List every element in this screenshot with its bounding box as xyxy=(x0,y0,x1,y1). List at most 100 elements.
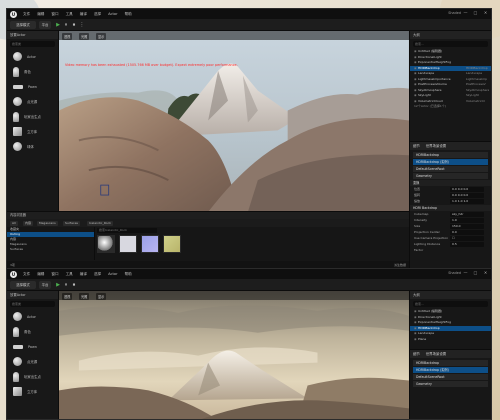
outliner-search[interactable]: 搜索... xyxy=(413,301,488,307)
close-icon[interactable]: ✕ xyxy=(483,270,488,276)
shape-cube[interactable]: 立方体 xyxy=(7,384,58,399)
show-button[interactable]: 显示 xyxy=(96,32,107,40)
brand-label: Shaded xyxy=(448,271,461,275)
breadcrumb-item[interactable]: Icelandic_Rock xyxy=(87,220,114,226)
component-item[interactable]: DefaultSceneRoot xyxy=(413,166,488,172)
shape-actor[interactable]: Actor xyxy=(7,49,58,64)
maximize-icon[interactable]: □ xyxy=(473,270,478,276)
outliner-row[interactable]: ◉ Plane xyxy=(410,337,491,343)
shape-pawn[interactable]: Pawn xyxy=(7,79,58,94)
tab-world-settings[interactable]: 世界场景设置 xyxy=(426,350,446,358)
pause-icon[interactable]: ⏸ xyxy=(63,281,69,289)
menu-file[interactable]: 文件 xyxy=(23,272,30,277)
breadcrumb-item[interactable]: Megascans xyxy=(37,220,58,226)
viewport-toolbar: 透视 光照 显示 xyxy=(59,31,409,40)
shape-character[interactable]: 角色 xyxy=(7,64,58,79)
minimize-icon[interactable]: — xyxy=(463,10,468,16)
character-icon xyxy=(13,66,19,77)
more-options-icon[interactable]: ⋮ xyxy=(79,21,85,29)
asset-thumbnail[interactable] xyxy=(163,235,181,253)
place-actors-title: 放置Actor xyxy=(7,31,58,39)
platform-button[interactable]: 平台 xyxy=(39,281,51,289)
shape-player-start[interactable]: 玩家出生点 xyxy=(7,369,58,384)
outliner-count: 12个Actor (已选择1个) xyxy=(414,104,446,108)
component-item[interactable]: DefaultSceneRoot xyxy=(413,374,488,380)
shape-point-light[interactable]: 点光源 xyxy=(7,94,58,109)
menu-select[interactable]: 选择 xyxy=(94,272,101,277)
tab-world-settings[interactable]: 世界场景设置 xyxy=(426,142,446,150)
shape-pawn[interactable]: Pawn xyxy=(7,339,58,354)
shape-sphere[interactable]: 球体 xyxy=(7,139,58,154)
place-actors-search[interactable]: 搜索类 xyxy=(10,41,55,47)
shape-point-light[interactable]: 点光源 xyxy=(7,354,58,369)
menu-build[interactable]: 编译 xyxy=(80,12,87,17)
menu-tools[interactable]: 工具 xyxy=(66,12,73,17)
details-actor-name[interactable]: HDRIBackdrop xyxy=(413,152,488,158)
sphere-icon xyxy=(13,312,22,321)
shape-actor[interactable]: Actor xyxy=(7,309,58,324)
window-controls: — □ ✕ xyxy=(463,270,488,276)
menu-actor[interactable]: Actor xyxy=(108,12,117,17)
place-actors-search[interactable]: 搜索类 xyxy=(10,301,55,307)
component-item[interactable]: Geometry xyxy=(413,381,488,387)
breadcrumb-item[interactable]: Surfaces xyxy=(63,220,80,226)
sphere-icon xyxy=(13,142,22,151)
level-viewport[interactable]: 透视 光照 显示 Video memory has been exhausted… xyxy=(59,31,409,211)
stop-icon[interactable]: ⏹ xyxy=(71,281,77,289)
shape-character[interactable]: 角色 xyxy=(7,324,58,339)
close-icon[interactable]: ✕ xyxy=(483,10,488,16)
asset-thumbnail[interactable] xyxy=(97,235,115,253)
component-item[interactable]: HDRIBackdrop (实例) xyxy=(413,159,488,165)
perspective-button[interactable]: 透视 xyxy=(62,292,73,300)
show-button[interactable]: 显示 xyxy=(96,292,107,300)
component-item[interactable]: HDRIBackdrop (实例) xyxy=(413,367,488,373)
tree-item[interactable]: Surfaces xyxy=(7,247,94,252)
tab-details[interactable]: 细节 xyxy=(413,142,420,150)
play-icon[interactable]: ▶ xyxy=(55,281,61,289)
prop-scale: 缩放 1.0 1.0 1.0 xyxy=(410,198,491,204)
level-viewport[interactable]: 透视 光照 显示 xyxy=(59,291,409,419)
breadcrumb-item[interactable]: 内容 xyxy=(23,220,34,226)
asset-thumbnail[interactable] xyxy=(141,235,159,253)
menu-edit[interactable]: 编辑 xyxy=(37,272,44,277)
shape-cube[interactable]: 立方体 xyxy=(7,124,58,139)
menu-select[interactable]: 选择 xyxy=(94,12,101,17)
right-panel: 大纲 搜索... ◉ Untitled (编辑器) ◉ DirectionalLig… xyxy=(409,291,491,419)
content-browser-tab[interactable]: 内容浏览器 xyxy=(7,212,409,219)
viewport-scene xyxy=(59,31,409,211)
select-mode-button[interactable]: 选择模式 xyxy=(10,281,36,289)
menu-tools[interactable]: 工具 xyxy=(66,272,73,277)
menu-window[interactable]: 窗口 xyxy=(51,272,58,277)
menu-help[interactable]: 帮助 xyxy=(125,12,132,17)
outliner-search[interactable]: 搜索... xyxy=(413,41,488,47)
viewport-scene xyxy=(59,291,409,419)
play-icon[interactable]: ▶ xyxy=(55,21,61,29)
light-icon xyxy=(13,357,22,366)
tab-details[interactable]: 细节 xyxy=(413,350,420,358)
menu-help[interactable]: 帮助 xyxy=(125,272,132,277)
menu-edit[interactable]: 编辑 xyxy=(37,12,44,17)
lighting-button[interactable]: 光照 xyxy=(79,292,90,300)
menu-build[interactable]: 编译 xyxy=(80,272,87,277)
menu-actor[interactable]: Actor xyxy=(108,272,117,277)
menu-window[interactable]: 窗口 xyxy=(51,12,58,17)
lighting-button[interactable]: 光照 xyxy=(79,32,90,40)
perspective-button[interactable]: 透视 xyxy=(62,32,73,40)
stop-icon[interactable]: ⏹ xyxy=(71,21,77,29)
platform-button[interactable]: 平台 xyxy=(39,21,51,29)
player-start-icon xyxy=(13,111,19,122)
shape-player-start[interactable]: 玩家出生点 xyxy=(7,109,58,124)
pause-icon[interactable]: ⏸ xyxy=(63,21,69,29)
breadcrumb-item[interactable]: All xyxy=(10,220,18,226)
select-mode-button[interactable]: 选择模式 xyxy=(10,21,36,29)
maximize-icon[interactable]: □ xyxy=(473,10,478,16)
editor-window-bottom: U 文件 编辑 窗口 工具 编译 选择 Actor 帮助 Shaded — □ … xyxy=(6,268,492,420)
minimize-icon[interactable]: — xyxy=(463,270,468,276)
cube-icon xyxy=(13,387,22,396)
details-actor-name[interactable]: HDRIBackdrop xyxy=(413,360,488,366)
menu-file[interactable]: 文件 xyxy=(23,12,30,17)
content-search-input[interactable]: 搜索Icelandic_Rock xyxy=(97,228,157,233)
component-item[interactable]: Geometry xyxy=(413,173,488,179)
asset-thumbnail[interactable] xyxy=(119,235,137,253)
asset-grid xyxy=(97,235,181,253)
